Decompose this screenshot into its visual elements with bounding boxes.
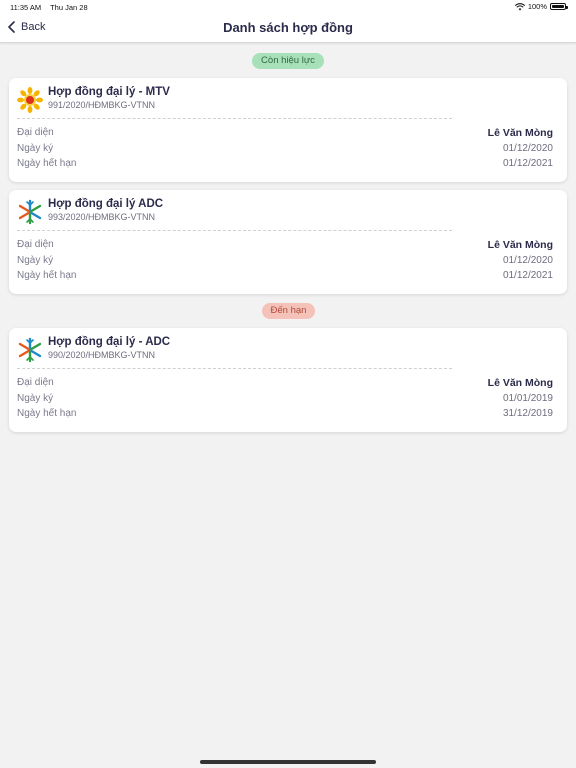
sunflower-logo-icon <box>17 87 43 113</box>
representative-label: Đại diện <box>17 377 54 388</box>
signed-label: Ngày ký <box>17 255 54 266</box>
contract-card[interactable]: Hợp đồng đại lý - MTV 991/2020/HĐMBKG-VT… <box>9 78 567 182</box>
representative-value: Lê Văn Mòng <box>487 239 553 251</box>
asterisk-logo-icon <box>18 337 42 363</box>
navigation-bar: Back Danh sách hợp đồng <box>0 14 576 43</box>
representative-label: Đại diện <box>17 239 54 250</box>
section-badge-active: Còn hiệu lực <box>252 53 324 69</box>
status-date: Thu Jan 28 <box>50 3 88 12</box>
contract-title: Hợp đồng đại lý ADC <box>48 198 164 210</box>
signed-date-value: 01/12/2020 <box>502 255 553 266</box>
divider <box>17 230 452 231</box>
status-bar: 11:35 AM Thu Jan 28 100% <box>0 0 576 14</box>
expiry-label: Ngày hết hạn <box>17 408 77 419</box>
expiry-label: Ngày hết hạn <box>17 158 77 169</box>
status-left: 11:35 AM Thu Jan 28 <box>10 3 95 12</box>
battery-percent: 100% <box>527 2 547 11</box>
representative-value: Lê Văn Mòng <box>487 127 553 139</box>
representative-value: Lê Văn Mòng <box>487 377 553 389</box>
divider <box>17 118 452 119</box>
contract-card[interactable]: Hợp đồng đại lý - ADC 990/2020/HĐMBKG-VT… <box>9 328 567 432</box>
expiry-date-value: 31/12/2019 <box>502 408 553 419</box>
wifi-icon <box>514 2 525 10</box>
contract-card[interactable]: Hợp đồng đại lý ADC 993/2020/HĐMBKG-VTNN… <box>9 190 567 294</box>
battery-icon <box>550 3 568 10</box>
contract-code: 990/2020/HĐMBKG-VTNN <box>48 350 156 360</box>
page-title: Danh sách hợp đồng <box>223 20 353 35</box>
signed-label: Ngày ký <box>17 143 54 154</box>
signed-date-value: 01/01/2019 <box>502 393 553 404</box>
divider <box>17 368 452 369</box>
section-badge-due: Đến hạn <box>262 303 315 319</box>
asterisk-logo-icon <box>18 199 42 225</box>
signed-date-value: 01/12/2020 <box>502 143 553 154</box>
expiry-label: Ngày hết hạn <box>17 270 77 281</box>
expiry-date-value: 01/12/2021 <box>502 270 553 281</box>
representative-label: Đại diện <box>17 127 54 138</box>
expiry-date-value: 01/12/2021 <box>502 158 553 169</box>
home-indicator[interactable] <box>200 760 376 764</box>
contract-title: Hợp đồng đại lý - ADC <box>48 336 171 348</box>
contract-title: Hợp đồng đại lý - MTV <box>48 86 170 98</box>
status-right: 100% <box>514 2 568 11</box>
signed-label: Ngày ký <box>17 393 54 404</box>
contract-code: 993/2020/HĐMBKG-VTNN <box>48 212 156 222</box>
status-time: 11:35 AM <box>10 3 42 12</box>
contract-code: 991/2020/HĐMBKG-VTNN <box>48 100 156 110</box>
